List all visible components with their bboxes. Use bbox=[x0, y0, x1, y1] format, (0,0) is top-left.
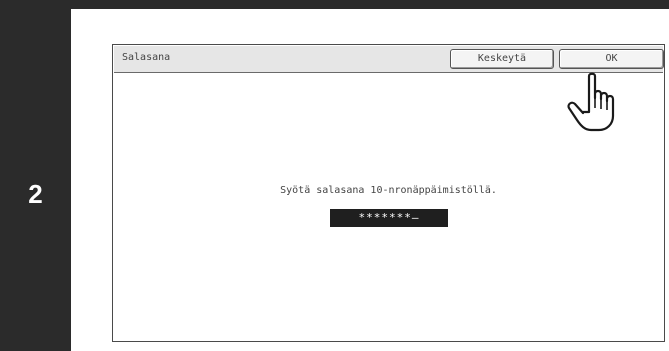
cancel-button[interactable]: Keskeytä bbox=[450, 49, 554, 69]
ok-button[interactable]: OK bbox=[559, 49, 664, 69]
dialog-title-bar: Salasana Keskeytä OK bbox=[114, 46, 664, 73]
step-column: 2 bbox=[0, 9, 71, 351]
dialog-title: Salasana bbox=[122, 52, 171, 63]
top-bar bbox=[0, 0, 669, 9]
password-field[interactable]: *******— bbox=[330, 209, 448, 227]
instruction-message: Syötä salasana 10-nronäppäimistöllä. bbox=[280, 185, 497, 196]
step-number: 2 bbox=[28, 179, 43, 209]
pointing-hand-icon bbox=[567, 72, 615, 132]
